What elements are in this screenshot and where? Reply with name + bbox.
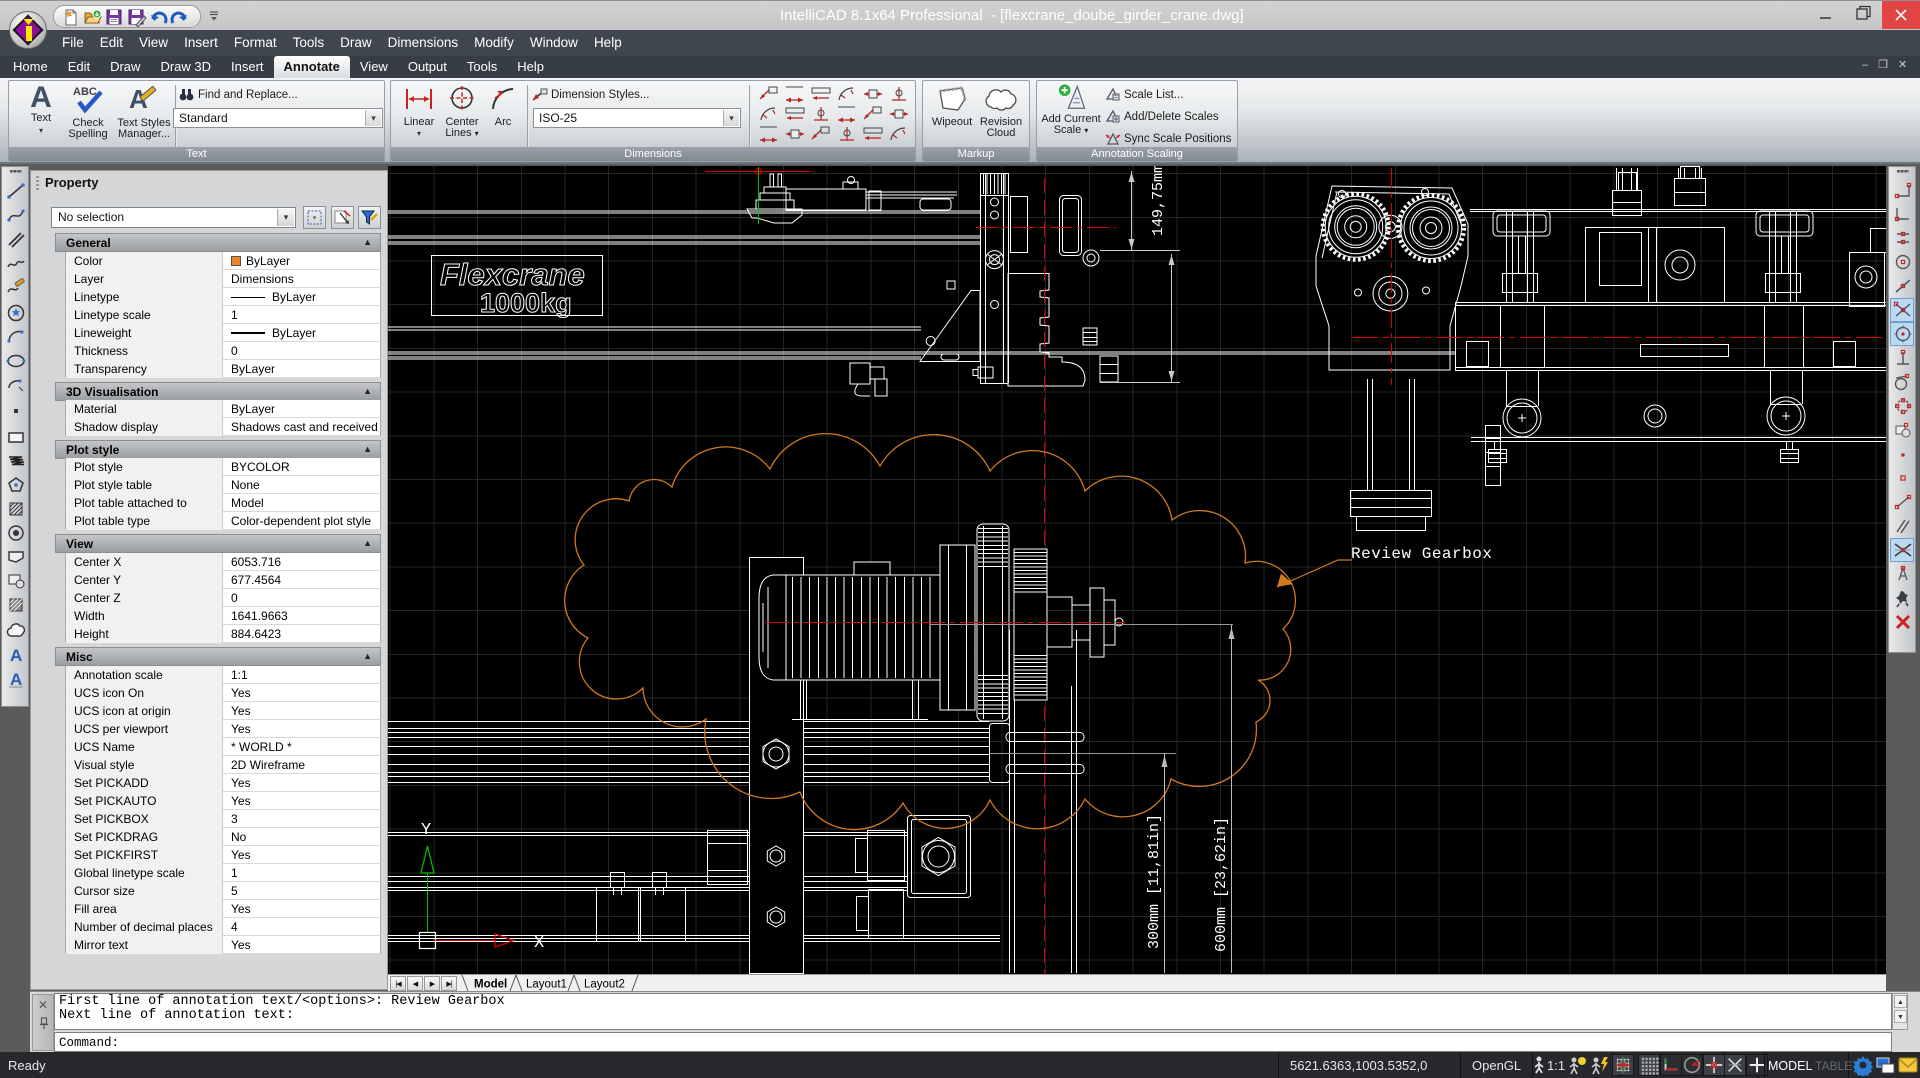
svg-text:Flexcrane: Flexcrane xyxy=(440,257,585,292)
svg-text:A: A xyxy=(10,670,22,689)
svg-text:300mm [11,81in]: 300mm [11,81in] xyxy=(1146,814,1163,949)
svg-text:X: X xyxy=(534,934,544,953)
svg-text:Layout2: Layout2 xyxy=(584,979,625,991)
svg-text:ABC: ABC xyxy=(73,86,97,98)
svg-text:Y: Y xyxy=(421,821,431,840)
svg-text:1000kg: 1000kg xyxy=(480,288,572,318)
svg-text:149,75mm: 149,75mm xyxy=(1150,166,1167,236)
svg-text:A: A xyxy=(10,646,22,665)
svg-text:Review Gearbox: Review Gearbox xyxy=(1351,545,1492,563)
svg-text:600mm [23,62in]: 600mm [23,62in] xyxy=(1213,817,1230,952)
svg-text:Model: Model xyxy=(474,979,507,991)
svg-text:Layout1: Layout1 xyxy=(526,979,567,991)
